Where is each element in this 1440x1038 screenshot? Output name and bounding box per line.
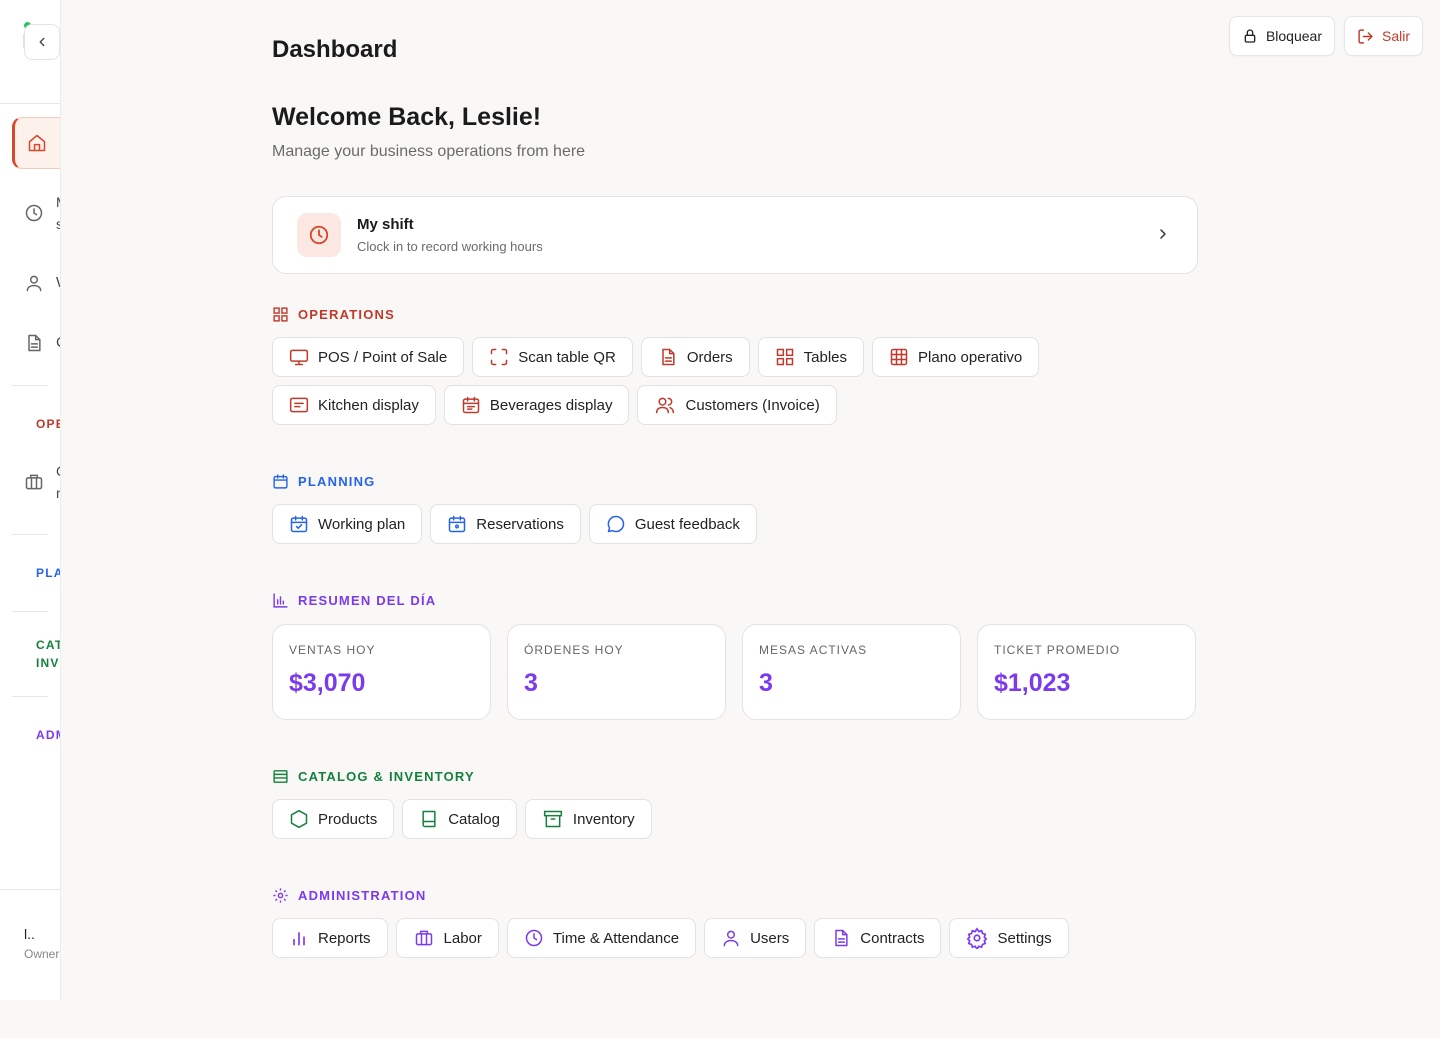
sidebar-section-catalog: CAT INV	[36, 638, 61, 670]
home-icon	[28, 134, 46, 152]
briefcase-icon	[415, 930, 432, 946]
planning-row: Working plan Reservations Guest feedback	[272, 504, 757, 544]
monitor-icon	[289, 349, 309, 366]
reservations-button[interactable]: Reservations	[430, 504, 581, 544]
hexagon-icon	[290, 809, 308, 829]
page-title: Dashboard	[272, 36, 398, 63]
catalog-button[interactable]: Catalog	[402, 799, 517, 839]
calendar-check-icon	[290, 515, 308, 533]
document-icon	[28, 334, 41, 352]
sidebar: rs H M s W C OPE C n PLA CAT INV ADM l..…	[0, 0, 61, 1000]
grid-icon	[776, 348, 793, 366]
welcome-heading: Welcome Back, Leslie!	[272, 103, 542, 131]
sidebar-divider	[12, 534, 48, 535]
sidebar-divider	[12, 385, 48, 386]
document-icon	[835, 929, 848, 947]
sidebar-divider	[0, 103, 60, 104]
clock-icon	[525, 929, 543, 947]
logout-button[interactable]: Salir	[1343, 16, 1423, 56]
calendar-list-icon	[462, 396, 480, 414]
document-icon	[662, 348, 675, 366]
section-summary-heading: RESUMEN DEL DÍA	[272, 592, 436, 609]
display-icon	[289, 397, 309, 413]
settings-button[interactable]: Settings	[949, 918, 1069, 958]
clock-icon	[309, 225, 329, 245]
grid-icon	[273, 307, 288, 322]
chat-bubble-icon	[607, 515, 625, 533]
user-icon	[26, 275, 42, 292]
welcome-subtitle: Manage your business operations from her…	[272, 143, 586, 160]
collapse-sidebar-button[interactable]	[24, 24, 60, 60]
lock-icon	[1244, 29, 1256, 43]
catalog-row: Products Catalog Inventory	[272, 799, 652, 839]
administration-row: Reports Labor Time & Attendance Users Co…	[272, 918, 1069, 958]
user-name: l..	[24, 926, 35, 942]
kitchen-display-button[interactable]: Kitchen display	[272, 385, 436, 425]
section-planning-heading: PLANNING	[272, 473, 376, 490]
my-shift-card[interactable]: My shift Clock in to record working hour…	[272, 196, 1198, 274]
logout-icon	[1358, 28, 1373, 44]
sidebar-item-labor[interactable]: C n	[12, 456, 60, 508]
sidebar-divider	[12, 611, 48, 612]
reports-button[interactable]: Reports	[272, 918, 388, 958]
bar-chart-icon	[273, 593, 288, 608]
contracts-button[interactable]: Contracts	[814, 918, 942, 958]
scan-icon	[491, 348, 508, 366]
time-attendance-button[interactable]: Time & Attendance	[506, 918, 697, 958]
table-grid-icon	[890, 348, 908, 366]
lock-button[interactable]: Bloquear	[1228, 16, 1335, 56]
calendar-dot-icon	[449, 515, 466, 533]
customers-invoice-button[interactable]: Customers (Invoice)	[637, 385, 837, 425]
sidebar-section-operations: OPE	[36, 417, 60, 431]
guest-feedback-button[interactable]: Guest feedback	[588, 504, 757, 544]
floor-plan-button[interactable]: Plano operativo	[872, 337, 1040, 377]
chevron-right-icon	[1160, 229, 1166, 239]
shift-icon-wrap	[297, 213, 341, 257]
section-catalog-heading: CATALOG & INVENTORY	[272, 768, 475, 785]
section-administration-heading: ADMINISTRATION	[272, 887, 427, 904]
sidebar-item-workers[interactable]: W	[12, 257, 60, 309]
sidebar-section-planning: PLA	[36, 566, 61, 580]
labor-button[interactable]: Labor	[395, 918, 499, 958]
user-icon	[723, 930, 739, 947]
pos-button[interactable]: POS / Point of Sale	[272, 337, 465, 377]
products-button[interactable]: Products	[272, 799, 395, 839]
operations-row-1: POS / Point of Sale Scan table QR Orders…	[272, 337, 1040, 377]
sidebar-item-my-shift[interactable]: M s	[12, 187, 60, 239]
beverages-display-button[interactable]: Beverages display	[443, 385, 630, 425]
chevron-left-icon	[39, 37, 45, 47]
scan-qr-button[interactable]: Scan table QR	[472, 337, 633, 377]
stat-card-active-tables: MESAS ACTIVAS 3	[742, 624, 961, 720]
tables-button[interactable]: Tables	[757, 337, 865, 377]
clock-icon	[25, 204, 43, 222]
book-icon	[422, 810, 436, 828]
sidebar-item-contracts[interactable]: C	[12, 317, 60, 369]
summary-stats: VENTAS HOY $3,070 ÓRDENES HOY 3 MESAS AC…	[272, 624, 1196, 720]
users-icon	[656, 397, 675, 414]
user-role: Owner	[24, 947, 60, 961]
archive-box-icon	[543, 810, 562, 828]
top-actions: Bloquear Salir	[1228, 16, 1423, 56]
sidebar-divider	[0, 889, 60, 890]
briefcase-icon	[25, 474, 43, 490]
users-button[interactable]: Users	[704, 918, 807, 958]
sidebar-section-administration: ADM	[36, 728, 60, 742]
orders-button[interactable]: Orders	[640, 337, 750, 377]
working-plan-button[interactable]: Working plan	[272, 504, 423, 544]
stat-card-average-ticket: TICKET PROMEDIO $1,023	[977, 624, 1196, 720]
calendar-icon	[273, 474, 288, 489]
inventory-button[interactable]: Inventory	[524, 799, 652, 839]
section-operations-heading: OPERATIONS	[272, 306, 395, 323]
shift-subtitle: Clock in to record working hours	[357, 239, 543, 254]
gear-icon	[967, 927, 988, 949]
stat-card-orders: ÓRDENES HOY 3	[507, 624, 726, 720]
catalog-icon	[273, 770, 288, 783]
bar-chart-icon	[293, 932, 305, 946]
shift-title: My shift	[357, 216, 414, 233]
gear-icon	[273, 888, 288, 903]
operations-row-2: Kitchen display Beverages display Custom…	[272, 385, 837, 425]
stat-card-sales: VENTAS HOY $3,070	[272, 624, 491, 720]
sidebar-item-home[interactable]: H	[12, 117, 60, 169]
sidebar-divider	[12, 696, 48, 697]
